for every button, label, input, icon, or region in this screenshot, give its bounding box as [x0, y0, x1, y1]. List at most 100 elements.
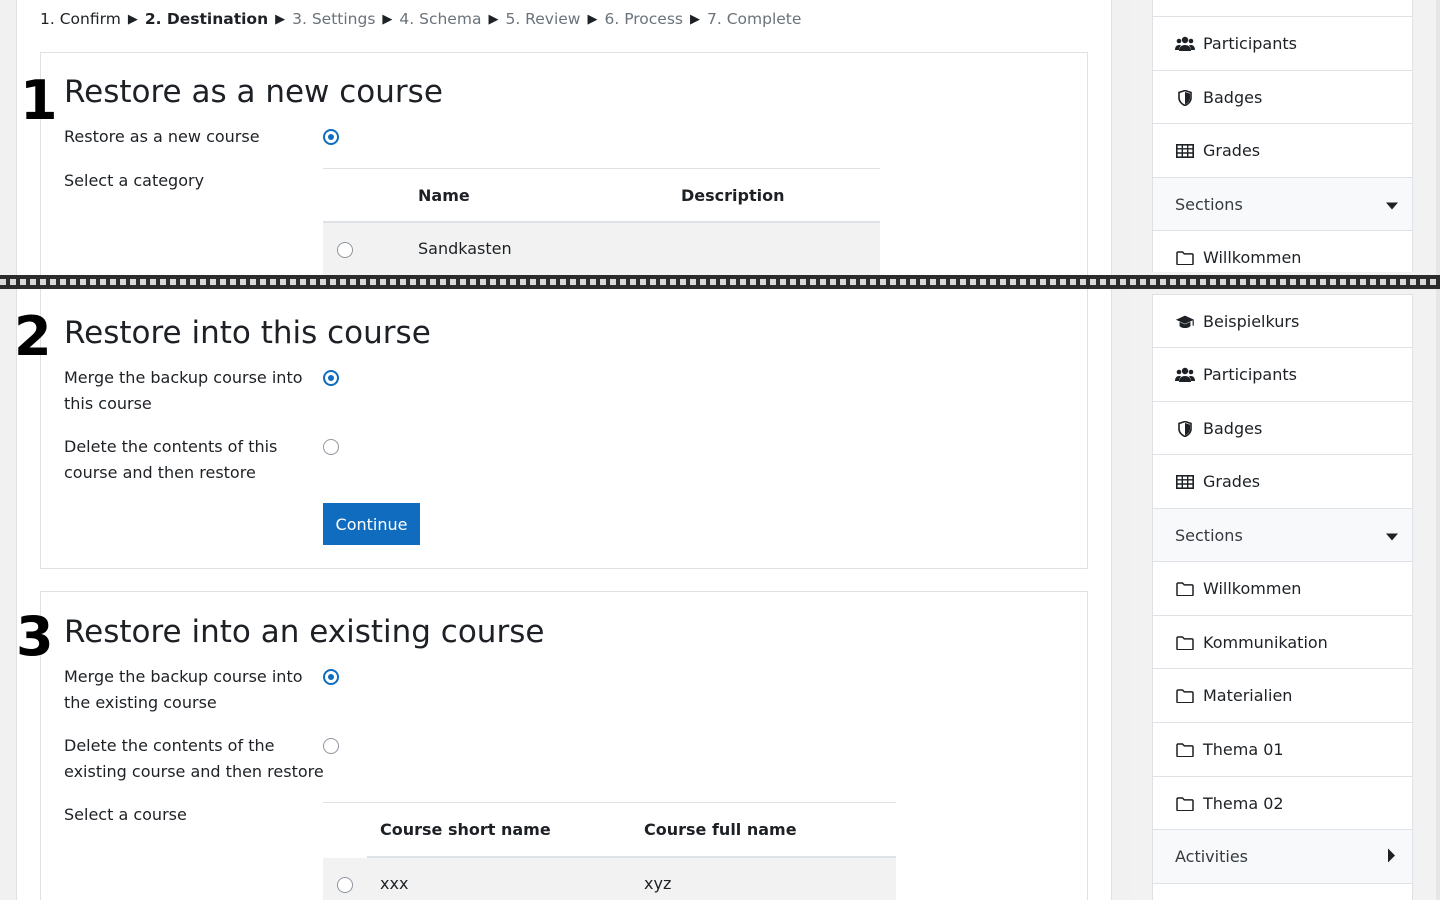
sidebar-item-beispielkurs[interactable]: Beispielkurs — [1153, 294, 1412, 348]
step-process: 6. Process — [604, 10, 683, 28]
delete-existing-course-label: Delete the contents of the existing cour… — [64, 736, 324, 781]
sidebar-item-label: Grades — [1203, 141, 1261, 160]
course-table-row: xxx xyz — [323, 858, 896, 900]
sidebar-item-kommunikation[interactable]: Kommunikation — [1153, 615, 1412, 669]
sidebar-item-label: Activities — [1175, 847, 1248, 866]
filmstrip-holes — [0, 279, 1440, 285]
category-table-row: Sandkasten — [323, 223, 880, 275]
sidebar-item-label: Badges — [1203, 419, 1263, 438]
sidebar-item-label: Badges — [1203, 88, 1263, 107]
folder-icon — [1175, 795, 1195, 813]
caret-down-icon — [1386, 526, 1398, 545]
step-complete: 7. Complete — [707, 10, 802, 28]
callout-number-2: 2 — [14, 305, 52, 368]
step-separator: ▶ — [127, 11, 138, 27]
select-category-label: Select a category — [64, 171, 205, 190]
course-full-name-cell: xyz — [644, 874, 672, 893]
category-table-top-border — [323, 168, 880, 169]
folder-icon — [1175, 580, 1195, 598]
users-icon — [1175, 366, 1195, 384]
sidebar-item-materialien[interactable]: Materialien — [1153, 668, 1412, 722]
new-course-option-label: Restore as a new course — [64, 127, 260, 146]
step-separator: ▶ — [587, 11, 598, 27]
sidebar-item-label: Thema 02 — [1203, 794, 1284, 813]
continue-button[interactable]: Continue — [323, 503, 420, 545]
step-separator: ▶ — [275, 11, 286, 27]
merge-existing-course-radio[interactable] — [323, 669, 339, 685]
sidebar-item-label: Beispielkurs — [1203, 312, 1300, 331]
sidebar-item-badges[interactable]: Badges — [1153, 401, 1412, 455]
course-short-name-cell: xxx — [380, 874, 409, 893]
sidebar-item-badges[interactable]: Badges — [1153, 70, 1412, 124]
delete-existing-course-radio[interactable] — [323, 738, 339, 754]
sidebar-item-label: Participants — [1203, 34, 1297, 53]
merge-this-course-label: Merge the backup course into this course — [64, 368, 303, 413]
step-destination: 2. Destination — [144, 10, 269, 28]
category-table: Name Description Sandkasten — [323, 168, 880, 278]
folder-icon — [1175, 741, 1195, 759]
sidebar-item-participants[interactable]: Participants — [1153, 16, 1412, 70]
sidebar-item-thema-02[interactable]: Thema 02 — [1153, 776, 1412, 830]
merge-this-course-radio[interactable] — [323, 370, 339, 386]
step-review: 5. Review — [505, 10, 581, 28]
sidebar-item-label: Sections — [1175, 195, 1243, 214]
course-table-top-border — [323, 802, 896, 803]
sidebar-item-label: Kommunikation — [1203, 633, 1328, 652]
caret-down-icon — [1386, 195, 1398, 214]
callout-number-3: 3 — [16, 605, 54, 668]
step-separator: ▶ — [488, 11, 499, 27]
step-separator: ▶ — [382, 11, 393, 27]
table-icon — [1175, 473, 1195, 491]
course-table-header-short-name: Course short name — [380, 820, 551, 839]
sidebar-item-label: Willkommen — [1203, 248, 1302, 267]
folder-icon — [1175, 687, 1195, 705]
shield-icon — [1175, 420, 1195, 438]
course-table-header-full-name: Course full name — [644, 820, 797, 839]
step-confirm: 1. Confirm — [40, 10, 121, 28]
step-schema: 4. Schema — [399, 10, 482, 28]
step-settings: 3. Settings — [292, 10, 376, 28]
existing-course-heading: Restore into an existing course — [64, 614, 545, 650]
graduation-cap-icon — [1175, 313, 1195, 331]
course-row-radio[interactable] — [337, 877, 353, 893]
restore-steps-breadcrumb: 1. Confirm ▶ 2. Destination ▶ 3. Setting… — [40, 10, 801, 28]
sidebar-item-willkommen[interactable]: Willkommen — [1153, 561, 1412, 615]
sidebar-item-next[interactable] — [1153, 883, 1412, 900]
sidebar-item-label: Materialien — [1203, 686, 1293, 705]
delete-this-course-label: Delete the contents of this course and t… — [64, 437, 278, 482]
folder-icon — [1175, 634, 1195, 652]
sidebar-item-grades[interactable]: Grades — [1153, 123, 1412, 177]
sidebar-item-participants[interactable]: Participants — [1153, 347, 1412, 401]
new-course-radio[interactable] — [323, 129, 339, 145]
this-course-heading: Restore into this course — [64, 315, 431, 351]
table-icon — [1175, 142, 1195, 160]
sidebar-sections-toggle[interactable]: Sections — [1153, 508, 1412, 562]
sidebar-item-label: Thema 01 — [1203, 740, 1284, 759]
sidebar-item-label: Sections — [1175, 526, 1243, 545]
folder-icon — [1175, 249, 1195, 267]
users-icon — [1175, 35, 1195, 53]
window-edge — [1436, 0, 1440, 900]
sidebar-sections-toggle[interactable]: Sections — [1153, 177, 1412, 231]
sidebar-item-label: Willkommen — [1203, 579, 1302, 598]
sidebar-item-grades[interactable]: Grades — [1153, 454, 1412, 508]
new-course-heading: Restore as a new course — [64, 74, 443, 110]
category-table-header-name: Name — [418, 186, 470, 205]
filmstrip-divider — [0, 275, 1440, 289]
sidebar-item-label: Grades — [1203, 472, 1261, 491]
category-name-cell: Sandkasten — [418, 239, 512, 258]
course-table: Course short name Course full name xxx x… — [323, 802, 896, 900]
select-course-label: Select a course — [64, 805, 187, 824]
sidebar-activities-toggle[interactable]: Activities — [1153, 829, 1412, 883]
course-index-sidebar-top: Participants Badges Grades Sections Will… — [1152, 0, 1413, 272]
category-row-radio[interactable] — [337, 242, 353, 258]
course-index-sidebar: Beispielkurs Participants Badges Grades … — [1152, 294, 1413, 900]
merge-existing-course-label: Merge the backup course into the existin… — [64, 667, 303, 712]
shield-icon — [1175, 89, 1195, 107]
caret-right-icon — [1388, 847, 1396, 866]
sidebar-item-label: Participants — [1203, 365, 1297, 384]
delete-this-course-radio[interactable] — [323, 439, 339, 455]
callout-number-1: 1 — [20, 69, 58, 132]
sidebar-item-thema-01[interactable]: Thema 01 — [1153, 722, 1412, 776]
step-separator: ▶ — [690, 11, 700, 27]
